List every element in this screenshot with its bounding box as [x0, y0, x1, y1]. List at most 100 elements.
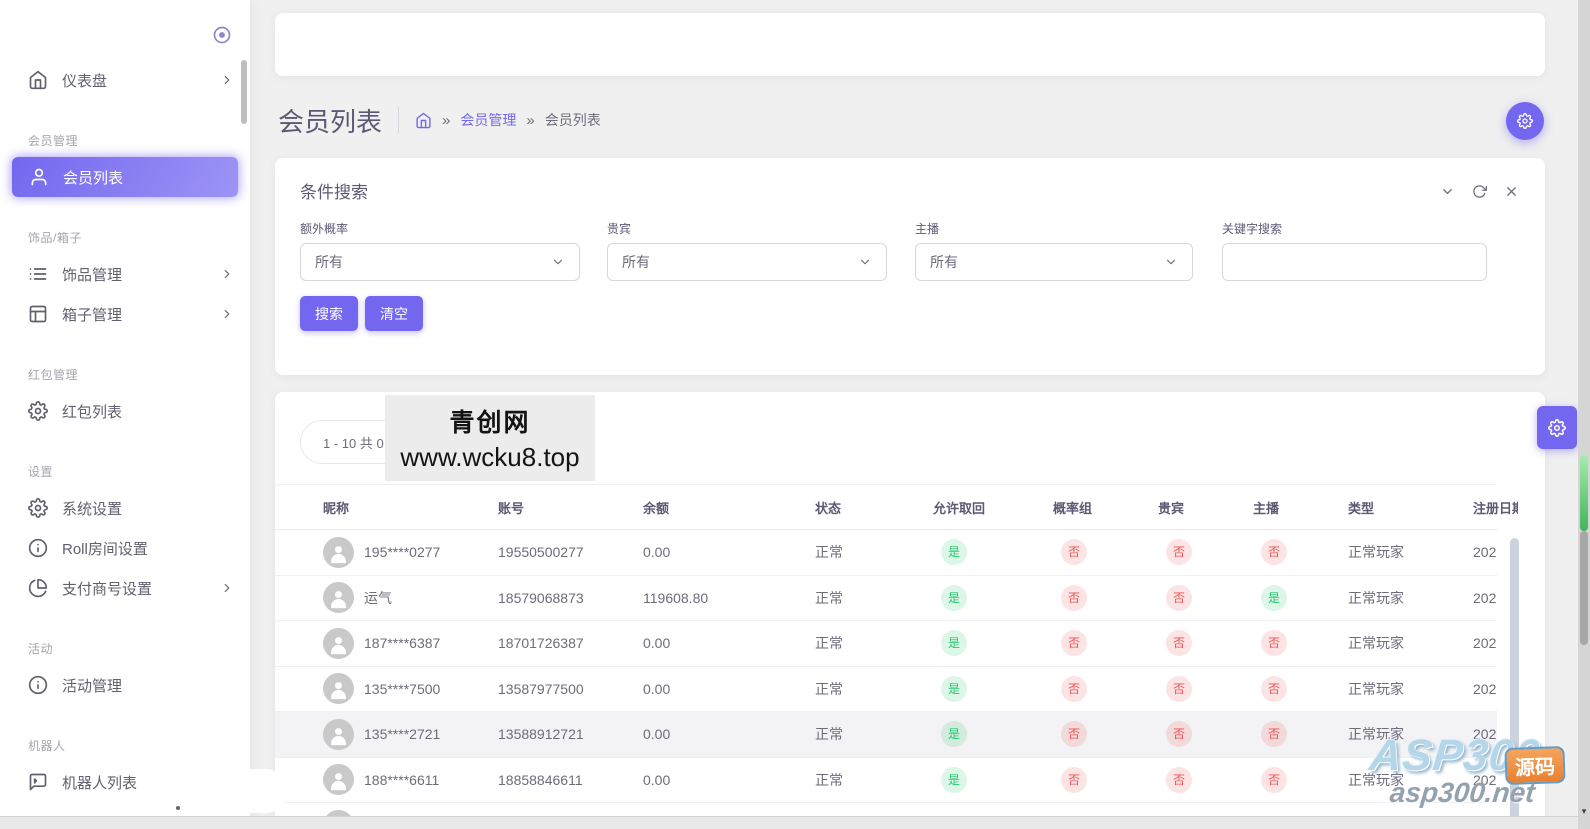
vip-badge: 否 [1166, 721, 1192, 748]
horizontal-scrollbar[interactable] [0, 816, 1590, 829]
balance: 119608.80 [643, 589, 709, 606]
vip-badge: 否 [1166, 584, 1192, 611]
table-row[interactable]: 188****6611 18858846611 0.00 正常是否否否正常玩家 202 [275, 758, 1497, 803]
collapse-chevron-icon[interactable] [1440, 184, 1455, 199]
sidebar-item-label: 红包列表 [62, 403, 123, 421]
column-header: 状态 [815, 500, 842, 516]
status: 正常 [815, 771, 843, 788]
breadcrumb-divider [398, 107, 400, 133]
vip-badge: 否 [1166, 539, 1192, 566]
breadcrumb: 会员列表 » 会员管理 » 会员列表 [278, 97, 601, 143]
probability-group-badge: 否 [1061, 675, 1087, 702]
page-scrollbar[interactable]: ▾ [1578, 0, 1590, 829]
sidebar-item-home-icon[interactable]: 仪表盘 [0, 60, 250, 100]
home-icon[interactable] [415, 112, 432, 129]
sidebar-section-label: 会员管理 [28, 134, 79, 148]
gear-icon [28, 498, 48, 518]
filter-field: 贵宾 所有 [607, 220, 887, 281]
sidebar-item-label: 箱子管理 [62, 306, 123, 324]
status: 正常 [815, 726, 843, 743]
keyword-search-input[interactable] [1222, 243, 1487, 281]
sidebar-collapse-toggle-icon[interactable] [212, 25, 232, 45]
field-label: 额外概率 [300, 222, 349, 236]
search-button[interactable]: 搜索 [300, 296, 358, 331]
anchor-badge: 否 [1261, 721, 1287, 748]
sidebar-item-user-icon[interactable]: 会员列表 [12, 157, 238, 197]
breadcrumb-separator: » [526, 111, 535, 129]
probability-group-badge: 否 [1061, 721, 1087, 748]
table-row[interactable]: 135****7500 13587977500 0.00 正常是否否否正常玩家 202 [275, 667, 1497, 712]
allow-withdraw-badge: 是 [941, 584, 967, 611]
sidebar-item-label: 会员列表 [63, 169, 124, 187]
filter-field: 主播 所有 [915, 220, 1193, 281]
allow-withdraw-badge: 是 [941, 539, 967, 566]
column-header: 昵称 [323, 500, 350, 516]
select-value: 所有 [622, 254, 650, 270]
nickname: 195****0277 [364, 544, 441, 561]
table-row[interactable]: 187****6387 18701726387 0.00 正常是否否否正常玩家 202 [275, 621, 1497, 667]
table-scrollbar[interactable] [1510, 538, 1519, 823]
avatar [323, 536, 354, 568]
column-header: 账号 [498, 500, 525, 516]
card-actions [1440, 184, 1519, 199]
list-icon [28, 264, 48, 284]
probability-group-badge: 否 [1061, 584, 1087, 611]
status: 正常 [815, 544, 843, 561]
anchor-badge: 否 [1261, 675, 1287, 702]
sidebar-item-label: Roll房间设置 [62, 540, 148, 558]
info-icon [28, 538, 48, 558]
search-panel: 条件搜索 额外概率 所有 贵宾 所有 主播 所有 关键字搜索 搜索 清空 [275, 158, 1545, 375]
nickname: 135****7500 [364, 680, 441, 697]
column-header: 允许取回 [933, 500, 986, 516]
balance: 0.00 [643, 635, 671, 652]
nickname: 187****6387 [364, 635, 441, 652]
refresh-icon[interactable] [1472, 184, 1487, 199]
status: 正常 [815, 635, 843, 652]
allow-withdraw-badge: 是 [941, 630, 967, 657]
site-watermark: 青创网 www.wcku8.top [385, 395, 595, 481]
anchor-select[interactable]: 所有 [915, 243, 1193, 281]
search-actions: 搜索 清空 [300, 296, 423, 331]
customizer-settings-button[interactable] [1537, 406, 1577, 449]
extra-probability-select[interactable]: 所有 [300, 243, 580, 281]
close-icon[interactable] [1504, 184, 1519, 199]
user-icon [29, 167, 49, 187]
chevron-right-icon [220, 581, 234, 595]
select-value: 所有 [930, 254, 958, 270]
pie-chart-icon [28, 578, 48, 598]
sidebar-item-label: 饰品管理 [62, 266, 123, 284]
layout-icon [28, 304, 48, 324]
vip-select[interactable]: 所有 [607, 243, 887, 281]
dot-artifact [176, 806, 180, 810]
table-row[interactable]: 195****0277 19550500277 0.00 正常是否否否正常玩家 202 [275, 530, 1497, 576]
sidebar-item-info-icon[interactable]: 活动管理 [0, 665, 250, 705]
avatar [323, 764, 354, 796]
sidebar-item-pie-chart-icon[interactable]: 支付商号设置 [0, 568, 250, 608]
table-row[interactable]: 135****2721 13588912721 0.00 正常是否否否正常玩家 202 [275, 712, 1497, 758]
allow-withdraw-badge: 是 [941, 766, 967, 793]
sidebar-item-label: 仪表盘 [62, 72, 108, 90]
scrollbar-thumb-green[interactable] [1580, 455, 1588, 531]
clear-button[interactable]: 清空 [365, 296, 423, 331]
scrollbar-thumb-gray[interactable] [1580, 531, 1588, 645]
scrollbar-down-arrow-icon[interactable]: ▾ [1578, 806, 1590, 817]
field-label: 贵宾 [607, 222, 632, 236]
sidebar-section-label: 活动 [28, 642, 54, 656]
sidebar-item-gear-icon[interactable]: 红包列表 [0, 391, 250, 431]
info-icon [28, 675, 48, 695]
select-value: 所有 [315, 254, 343, 270]
probability-group-badge: 否 [1061, 539, 1087, 566]
sidebar-scrollbar[interactable] [241, 60, 247, 124]
message-square-icon [28, 772, 48, 792]
player-type: 正常玩家 [1348, 726, 1404, 743]
filter-field: 关键字搜索 [1222, 220, 1487, 281]
balance: 0.00 [643, 680, 671, 697]
sidebar-item-layout-icon[interactable]: 箱子管理 [0, 294, 250, 334]
page-settings-button[interactable] [1506, 102, 1544, 140]
breadcrumb-link[interactable]: 会员管理 [460, 110, 516, 130]
sidebar-item-list-icon[interactable]: 饰品管理 [0, 254, 250, 294]
sidebar-item-info-icon[interactable]: Roll房间设置 [0, 528, 250, 568]
balance: 0.00 [643, 726, 671, 743]
table-row[interactable]: 运气 18579068873 119608.80 正常是否否是正常玩家 202 [275, 576, 1497, 621]
sidebar-item-gear-icon[interactable]: 系统设置 [0, 488, 250, 528]
